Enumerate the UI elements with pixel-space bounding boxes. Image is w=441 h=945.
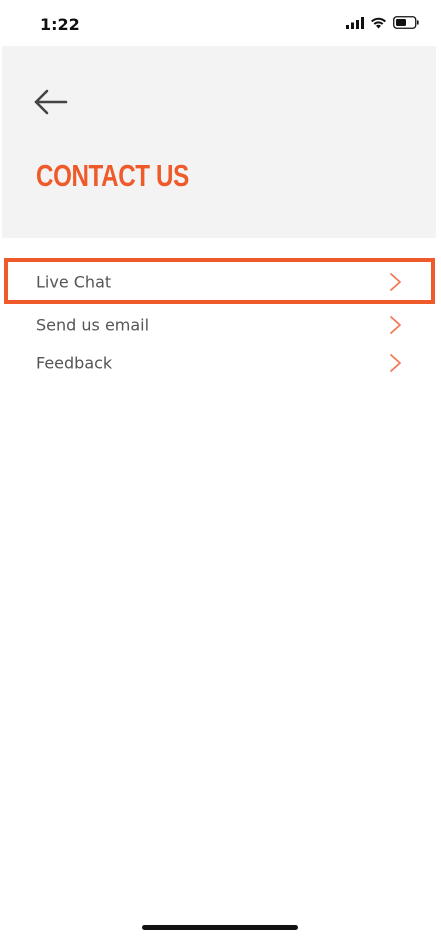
arrow-left-icon [30,89,70,124]
page-title: CONTACT US [36,158,189,193]
menu-item-label: Feedback [36,353,113,373]
back-button[interactable] [30,84,70,120]
contact-menu: Live Chat Send us email Feedback [0,258,441,382]
menu-item-feedback[interactable]: Feedback [0,344,441,382]
menu-item-label: Send us email [36,315,150,335]
menu-item-label: Live Chat [36,272,112,292]
chevron-right-icon [388,353,402,373]
menu-item-live-chat[interactable]: Live Chat [0,258,441,306]
status-icons [346,16,419,34]
battery-icon [393,16,419,34]
contact-us-screen: 1:22 CONTACT US Live Chat Send us email … [0,0,441,945]
chevron-right-icon [388,315,402,335]
status-time: 1:22 [40,15,80,34]
chevron-right-icon [388,272,402,292]
menu-item-send-email[interactable]: Send us email [0,306,441,344]
home-indicator [142,925,298,930]
wifi-icon [370,16,387,34]
header: CONTACT US [2,46,436,238]
status-bar: 1:22 [0,0,441,46]
signal-icon [346,16,364,34]
